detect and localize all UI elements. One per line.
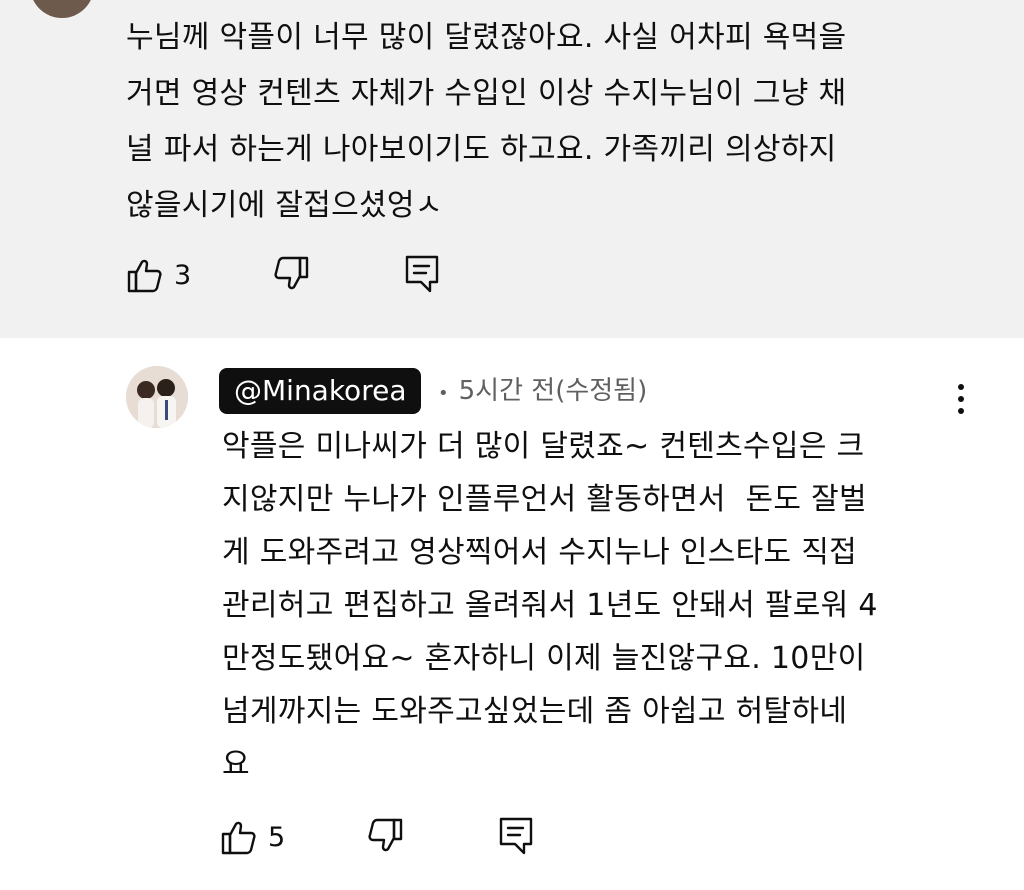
reply-comment-icon <box>405 255 439 293</box>
like-button[interactable]: 3 <box>126 254 191 298</box>
avatar-photo <box>126 366 188 428</box>
like-count: 3 <box>174 260 192 291</box>
like-button[interactable]: 5 <box>220 816 285 860</box>
reply-button[interactable] <box>498 816 534 856</box>
comment-text: 누님께 악플이 너무 많이 달렸잖아요. 사실 어차피 욕먹을 거면 영상 컨텐… <box>126 20 847 223</box>
avatar[interactable] <box>30 0 94 18</box>
comment-text: 악플은 미나씨가 더 많이 달렸죠~ 컨텐츠수입은 크 지않지만 누나가 인플루… <box>222 429 878 782</box>
reply-comment-icon <box>499 817 533 855</box>
channel-handle[interactable]: @Minakorea <box>219 368 422 414</box>
more-vert-icon[interactable] <box>952 0 970 20</box>
avatar[interactable] <box>126 366 188 428</box>
highlighted-comment: 누님께 악플이 너무 많이 달렸잖아요. 사실 어차피 욕먹을 거면 영상 컨텐… <box>0 0 1024 338</box>
timestamp: 5시간 전(수정됨) <box>458 376 648 406</box>
comments-page: 누님께 악플이 너무 많이 달렸잖아요. 사실 어차피 욕먹을 거면 영상 컨텐… <box>0 0 1024 890</box>
like-count: 5 <box>268 822 286 853</box>
more-vert-icon[interactable] <box>952 384 970 424</box>
menu-dot <box>958 408 964 414</box>
thumbs-up-icon <box>221 821 256 855</box>
comment-actions: 3 <box>126 254 486 298</box>
menu-dot <box>958 384 964 390</box>
comment-actions: 5 <box>220 816 580 860</box>
dislike-button[interactable] <box>272 254 310 292</box>
separator-dot: • <box>438 383 449 404</box>
comment-meta: • 5시간 전(수정됨) <box>438 368 647 414</box>
menu-dot <box>958 396 964 402</box>
dislike-button[interactable] <box>366 816 404 854</box>
thumbs-down-icon <box>274 256 309 290</box>
thumbs-down-icon <box>368 818 403 852</box>
thumbs-up-icon <box>127 259 162 293</box>
reply-button[interactable] <box>404 254 440 294</box>
